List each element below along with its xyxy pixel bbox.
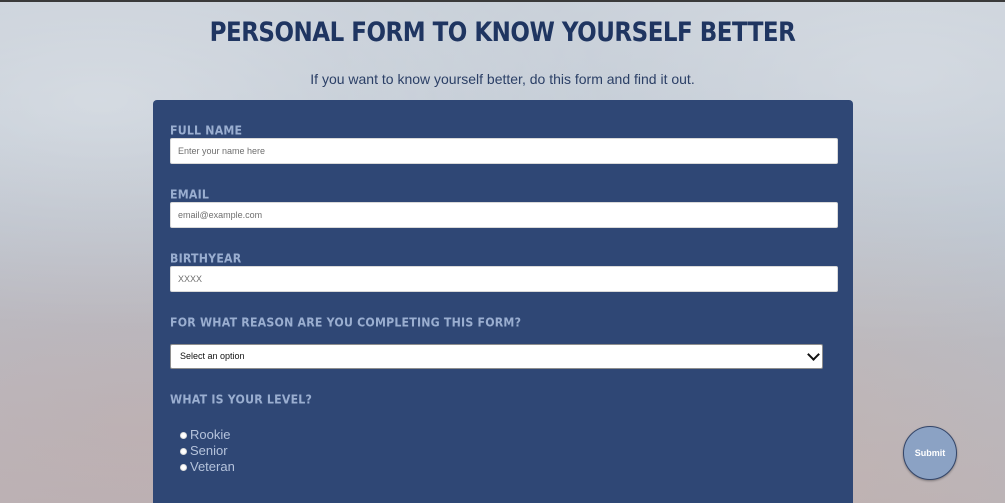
email-label: EMAIL xyxy=(170,187,210,202)
full-name-input[interactable]: Enter your name here xyxy=(170,138,838,164)
radio-label: Senior xyxy=(190,443,228,458)
submit-button[interactable]: Submit xyxy=(903,426,957,480)
birthyear-label: BIRTHYEAR xyxy=(170,251,242,266)
radio-button[interactable] xyxy=(180,432,187,439)
reason-select-value: Select an option xyxy=(180,351,245,361)
radio-label: Veteran xyxy=(190,459,235,474)
page-title: PERSONAL FORM TO KNOW YOURSELF BETTER xyxy=(209,18,796,48)
email-input[interactable]: email@example.com xyxy=(170,202,838,228)
form-panel: FULL NAME Enter your name here EMAIL ema… xyxy=(153,100,853,503)
page-subtitle: If you want to know yourself better, do … xyxy=(310,71,695,87)
reason-select[interactable]: Select an option xyxy=(170,344,823,369)
level-label: WHAT IS YOUR LEVEL? xyxy=(170,392,313,407)
radio-label: Rookie xyxy=(190,427,231,442)
birthyear-input[interactable]: XXXX xyxy=(170,266,838,292)
reason-label: FOR WHAT REASON ARE YOU COMPLETING THIS … xyxy=(170,315,522,330)
radio-button[interactable] xyxy=(180,464,187,471)
full-name-label: FULL NAME xyxy=(170,123,243,138)
chevron-down-icon xyxy=(807,348,820,361)
top-border xyxy=(0,0,1005,2)
radio-button[interactable] xyxy=(180,448,187,455)
